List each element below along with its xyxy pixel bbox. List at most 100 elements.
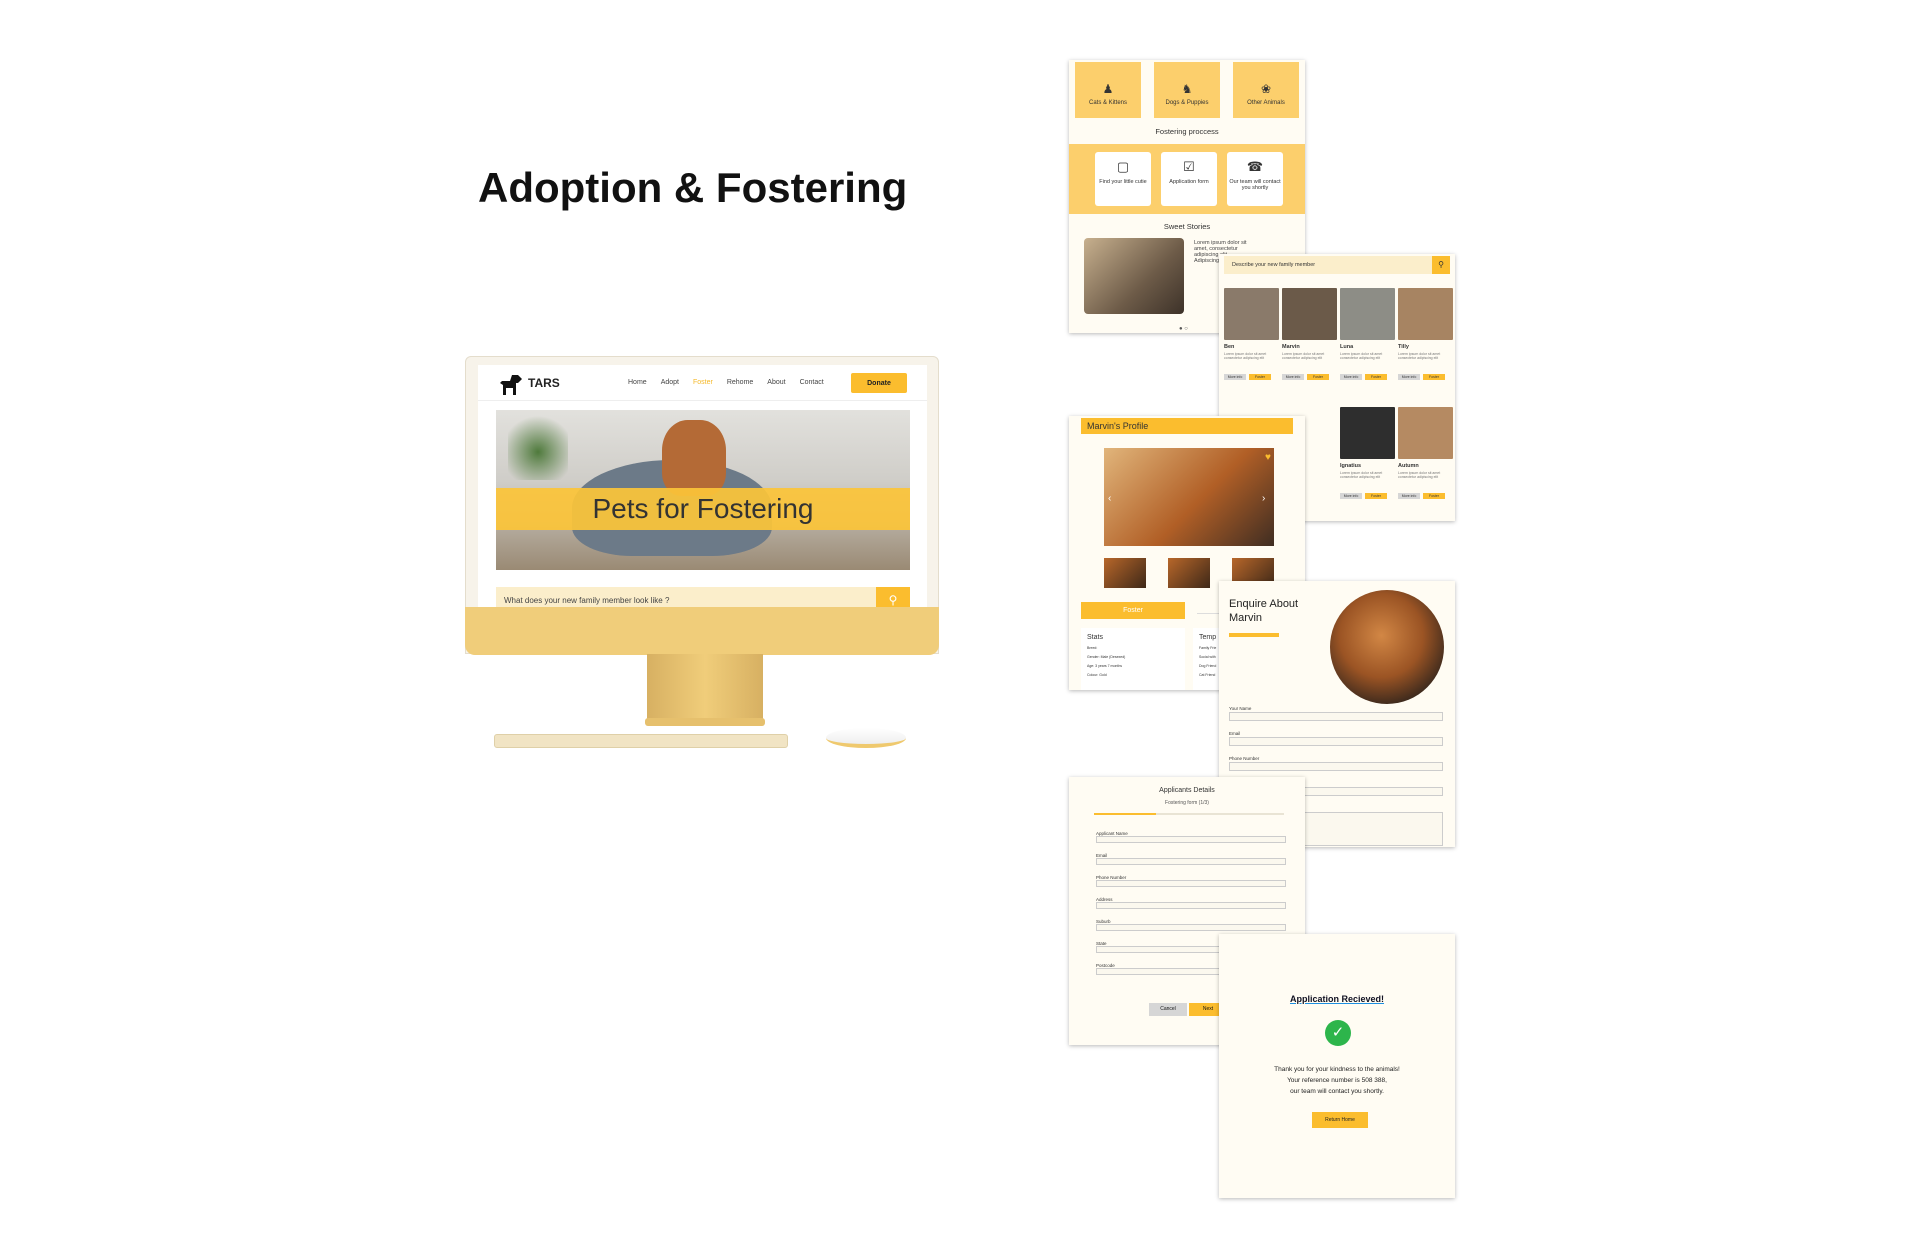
pet-photo [1398,407,1453,459]
pet-photo [1224,288,1279,340]
title-underline [1229,633,1279,637]
hero-title: Pets for Fostering [592,493,814,524]
category-other-label: Other Animals [1247,100,1285,106]
stats-title: Stats [1087,634,1103,641]
pet-card[interactable]: Tilly Lorem ipsum dolor sit amet consecte… [1398,288,1453,384]
nav-foster[interactable]: Foster [693,379,713,386]
more-info-button[interactable]: More info [1224,374,1246,380]
more-info-button[interactable]: More info [1398,493,1420,499]
donate-button[interactable]: Donate [851,373,907,393]
more-info-button[interactable]: More info [1340,374,1362,380]
step-label: Find your little cutie [1099,179,1147,185]
pet-card[interactable]: Marvin Lorem ipsum dolor sit amet consect… [1282,288,1337,384]
pet-name: Ben [1224,344,1235,350]
phone-icon: ☎ [1246,159,1264,174]
suburb-field[interactable] [1096,924,1286,931]
applicant-title: Applicants Details [1159,787,1215,794]
thumbnail[interactable] [1104,558,1146,588]
stat-line: Breed: [1087,646,1098,650]
dog-shape [662,420,726,496]
pet-desc: Lorem ipsum dolor sit amet consectetur a… [1398,352,1441,360]
email-field[interactable] [1229,737,1443,746]
foster-button[interactable]: Foster [1423,374,1445,380]
pet-card[interactable]: Luna Lorem ipsum dolor sit amet consectet… [1340,288,1395,384]
step-card-find: ▢ Find your little cutie [1095,152,1151,206]
step-card-contact: ☎ Our team will contact you shortly [1227,152,1283,206]
cat-icon: ♟ [1102,82,1114,96]
logo-text[interactable]: TARS [528,376,560,390]
nav-links: Home Adopt Foster Rehome About Contact [628,379,824,386]
more-info-button[interactable]: More info [1340,493,1362,499]
foster-button[interactable]: Foster [1365,374,1387,380]
applicant-name-field[interactable] [1096,836,1286,843]
received-line: our team will contact you shortly. [1290,1088,1384,1095]
foster-button[interactable]: Foster [1249,374,1271,380]
stat-line: Age: 3 years 7 months [1087,664,1123,668]
pet-photo [1340,407,1395,459]
received-line: Thank you for your kindness to the anima… [1274,1066,1400,1073]
foster-button[interactable]: Foster [1307,374,1329,380]
step-card-form: ☑ Application form [1161,152,1217,206]
stat-line: Gender: Male (Desexed) [1087,655,1126,659]
chevron-left-icon[interactable]: ‹ [1108,493,1111,504]
pet-card[interactable]: Ben Lorem ipsum dolor sit amet consectetu… [1224,288,1279,384]
foster-button[interactable]: Foster [1365,493,1387,499]
cancel-button[interactable]: Cancel [1149,1003,1187,1016]
nav-home[interactable]: Home [628,379,647,386]
stats-card: Stats Breed: Gender: Male (Desexed) Age:… [1081,628,1185,690]
profile-header: Marvin's Profile [1081,418,1293,434]
step-label: Application form [1169,179,1209,185]
phone-field[interactable] [1229,762,1443,771]
return-home-button[interactable]: Return Home [1312,1112,1368,1128]
pet-card[interactable]: Autumn Lorem ipsum dolor sit amet consect… [1398,407,1453,503]
pet-name: Ignatius [1340,463,1362,469]
cat-avatar [1330,590,1444,704]
dog-logo-icon [500,375,522,395]
check-icon: ✓ [1325,1020,1351,1046]
more-info-button[interactable]: More info [1398,374,1420,380]
nav-adopt[interactable]: Adopt [661,379,679,386]
navbar: TARS Home Adopt Foster Rehome About Cont… [478,365,927,401]
pet-name: Tilly [1398,344,1409,350]
address-field[interactable] [1096,902,1286,909]
phone-field[interactable] [1096,880,1286,887]
plant-shape [508,410,568,480]
category-dogs[interactable]: ♞ Dogs & Puppies [1154,62,1220,118]
desktop-screen: TARS Home Adopt Foster Rehome About Cont… [478,365,927,617]
email-field[interactable] [1096,858,1286,865]
more-info-button[interactable]: More info [1282,374,1304,380]
category-other[interactable]: ❀ Other Animals [1233,62,1299,118]
category-cats[interactable]: ♟ Cats & Kittens [1075,62,1141,118]
foster-tab[interactable]: Foster [1081,602,1185,619]
pet-name: Luna [1340,344,1354,350]
pet-photo [1282,288,1337,340]
enquire-title: Enquire About Marvin [1229,598,1299,624]
listing-search-input[interactable]: Describe your new family member [1224,256,1450,274]
name-field[interactable] [1229,712,1443,721]
applicant-subtitle: Fostering form (1/3) [1165,800,1209,806]
pet-desc: Lorem ipsum dolor sit amet consectetur a… [1398,471,1441,479]
category-cats-label: Cats & Kittens [1088,100,1127,106]
foster-button[interactable]: Foster [1423,493,1445,499]
search-placeholder: What does your new family member look li… [504,596,670,605]
pet-card[interactable]: Ignatius Lorem ipsum dolor sit amet conse… [1340,407,1395,503]
received-line: Your reference number is 508 388, [1287,1077,1387,1084]
thumbnail[interactable] [1168,558,1210,588]
temp-title: Temp [1199,634,1217,641]
story-image [1084,238,1184,314]
chevron-right-icon[interactable]: › [1262,493,1265,504]
heart-icon[interactable]: ♥ [1265,452,1271,463]
carousel-dots[interactable]: ● ○ [1179,326,1188,332]
monitor-stand [647,654,763,722]
dog-icon: ♞ [1181,82,1193,96]
nav-contact[interactable]: Contact [800,379,824,386]
pet-desc: Lorem ipsum dolor sit amet consectetur a… [1340,471,1383,479]
page-heading: Adoption & Fostering [478,164,908,211]
pet-photo [1398,288,1453,340]
pet-desc: Lorem ipsum dolor sit amet consectetur a… [1340,352,1383,360]
nav-rehome[interactable]: Rehome [727,379,753,386]
search-icon[interactable]: ⚲ [1432,256,1450,274]
form-icon: ☑ [1183,159,1195,174]
stories-title: Sweet Stories [1163,222,1211,231]
nav-about[interactable]: About [767,379,785,386]
